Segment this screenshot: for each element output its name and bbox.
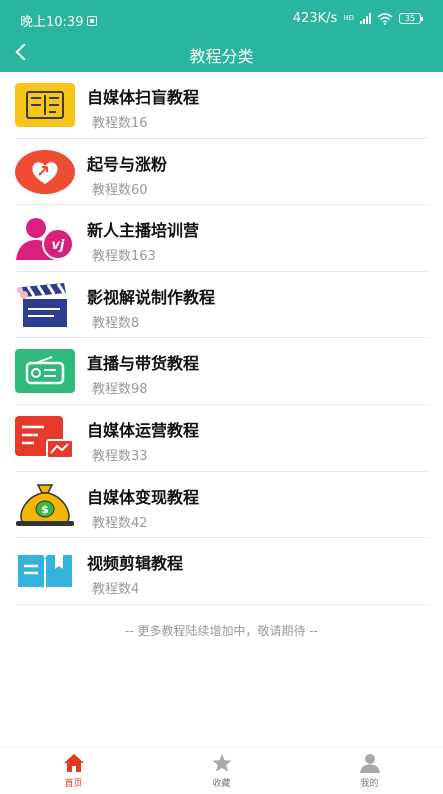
- category-title: 直播与带货教程: [87, 354, 200, 374]
- category-count: 教程数163: [92, 249, 156, 265]
- status-time: 晚上10:39: [20, 15, 84, 30]
- tab-profile[interactable]: 我的: [296, 748, 443, 794]
- tab-label: 我的: [360, 779, 379, 789]
- home-icon: [63, 754, 84, 772]
- tab-favorites[interactable]: 收藏: [148, 748, 295, 794]
- page-title: 教程分类: [189, 47, 254, 66]
- nav-bar: 教程分类: [0, 36, 443, 72]
- network-type: HD: [343, 14, 354, 22]
- category-item-film-commentary[interactable]: 影视解说制作教程 教程数8: [0, 272, 443, 339]
- article-icon: [15, 83, 75, 127]
- category-title: 自媒体变现教程: [87, 487, 200, 507]
- tab-home[interactable]: 首页: [0, 748, 147, 794]
- category-item-media-basics[interactable]: 自媒体扫盲教程 教程数16: [0, 72, 443, 139]
- money-bag-icon: $: [16, 483, 74, 526]
- more-coming-note: -- 更多教程陆续增加中，敬请期待 --: [125, 624, 318, 638]
- category-list: 自媒体扫盲教程 教程数16 起号与涨粉 教程数60 vj 新人主播培训营 教程数…: [0, 72, 443, 605]
- category-title: 影视解说制作教程: [87, 287, 216, 307]
- category-count: 教程数60: [92, 182, 148, 198]
- category-title: 新人主播培训营: [87, 221, 200, 241]
- category-title: 起号与涨粉: [87, 154, 168, 174]
- tab-label: 收藏: [212, 779, 231, 789]
- user-icon: [359, 754, 380, 773]
- category-title: 自媒体运营教程: [87, 420, 200, 440]
- category-count: 教程数4: [92, 582, 140, 598]
- app-header: 晚上10:39 423K/s HD 35 教程分类: [0, 0, 443, 72]
- book-icon: [18, 555, 72, 591]
- category-count: 教程数8: [92, 315, 140, 331]
- svg-text:vj: vj: [52, 238, 65, 253]
- category-count: 教程数33: [92, 448, 148, 464]
- net-speed: 423K/s: [292, 11, 338, 26]
- tab-label: 首页: [64, 779, 83, 789]
- clapperboard-icon: [17, 282, 67, 327]
- chart-doc-icon: [15, 415, 74, 459]
- battery-level: 35: [404, 14, 416, 23]
- notification-icon: [87, 15, 98, 26]
- category-item-followers[interactable]: 起号与涨粉 教程数60: [0, 139, 443, 206]
- signal-icon: [360, 13, 371, 24]
- status-bar: 晚上10:39 423K/s HD 35: [0, 0, 443, 36]
- category-count: 教程数42: [92, 515, 148, 531]
- bottom-tab-bar: 首页 收藏 我的: [0, 747, 443, 794]
- wifi-icon: [377, 12, 393, 25]
- heart-arrow-icon: [15, 149, 75, 194]
- category-count: 教程数16: [92, 116, 148, 131]
- category-item-streamer-training[interactable]: vj 新人主播培训营 教程数163: [0, 205, 443, 272]
- category-title: 视频剪辑教程: [87, 554, 184, 574]
- category-item-video-editing[interactable]: 视频剪辑教程 教程数4: [0, 538, 443, 605]
- streamer-icon: vj: [16, 218, 74, 261]
- radio-icon: [15, 349, 75, 394]
- category-count: 教程数98: [92, 382, 148, 398]
- star-icon: [212, 754, 231, 772]
- category-item-live-commerce[interactable]: 直播与带货教程 教程数98: [0, 338, 443, 405]
- category-item-media-operation[interactable]: 自媒体运营教程 教程数33: [0, 405, 443, 472]
- svg-text:$: $: [41, 503, 49, 516]
- battery-icon: 35: [399, 13, 423, 24]
- category-item-monetization[interactable]: $ 自媒体变现教程 教程数42: [0, 472, 443, 539]
- category-title: 自媒体扫盲教程: [87, 88, 200, 107]
